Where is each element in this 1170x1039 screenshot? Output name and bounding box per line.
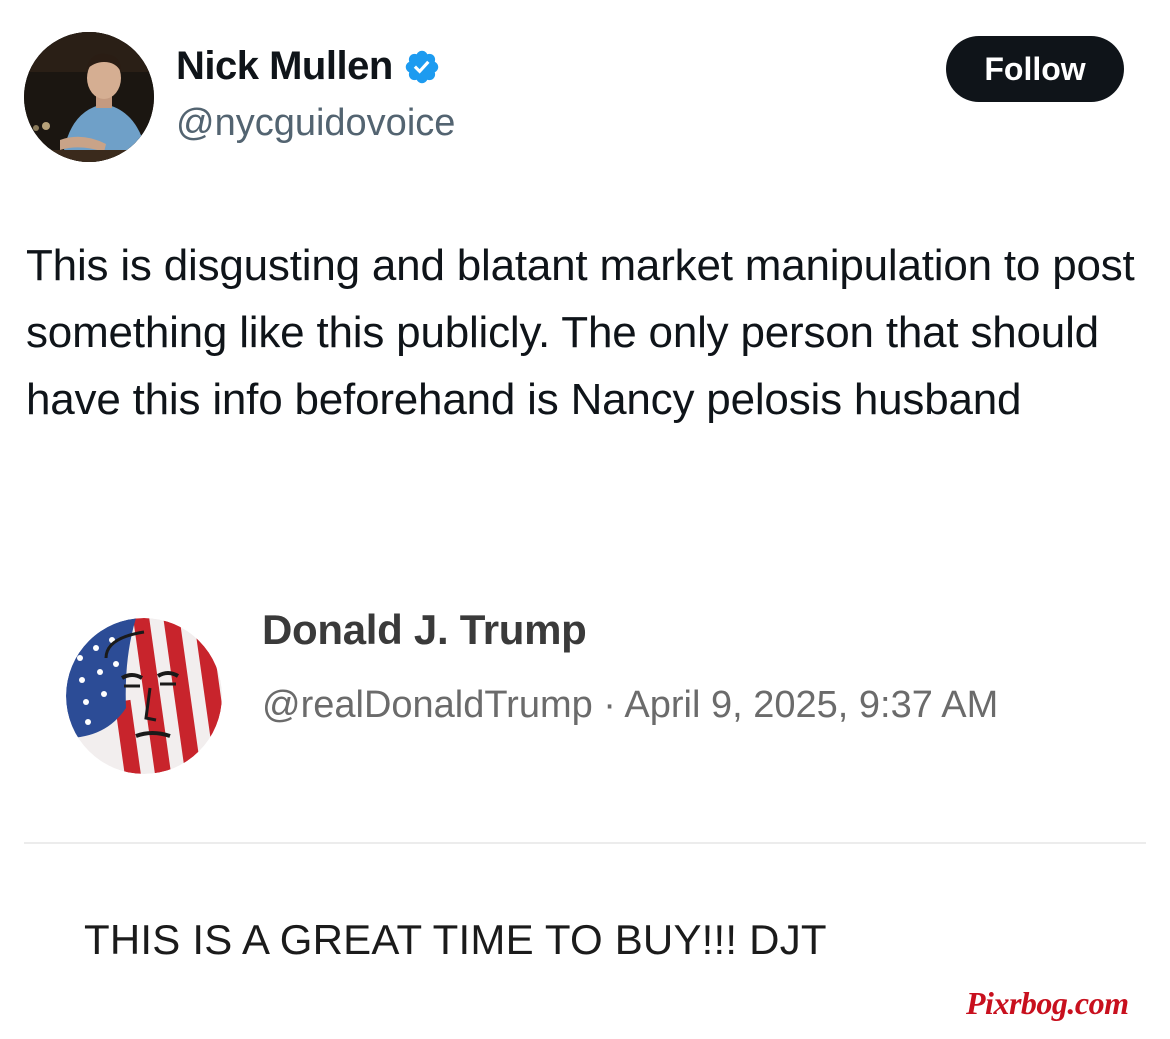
author-handle[interactable]: @nycguidovoice	[176, 102, 455, 145]
quoted-display-name[interactable]: Donald J. Trump	[262, 606, 587, 654]
profile-photo	[24, 32, 154, 162]
quoted-body-text: THIS IS A GREAT TIME TO BUY!!! DJT	[84, 916, 827, 963]
verified-badge-icon	[403, 48, 441, 86]
quoted-author-avatar[interactable]	[66, 618, 222, 774]
author-avatar[interactable]	[24, 32, 154, 162]
author-name-row: Nick Mullen	[176, 44, 441, 89]
author-display-name[interactable]: Nick Mullen	[176, 44, 393, 89]
divider	[24, 842, 1146, 844]
watermark: Pixrbog.com	[966, 985, 1129, 1021]
follow-button[interactable]: Follow	[946, 36, 1124, 102]
flag-portrait	[66, 618, 222, 774]
quoted-meta: @realDonaldTrump · April 9, 2025, 9:37 A…	[262, 684, 999, 726]
tweet-text: This is disgusting and blatant market ma…	[26, 241, 1135, 424]
